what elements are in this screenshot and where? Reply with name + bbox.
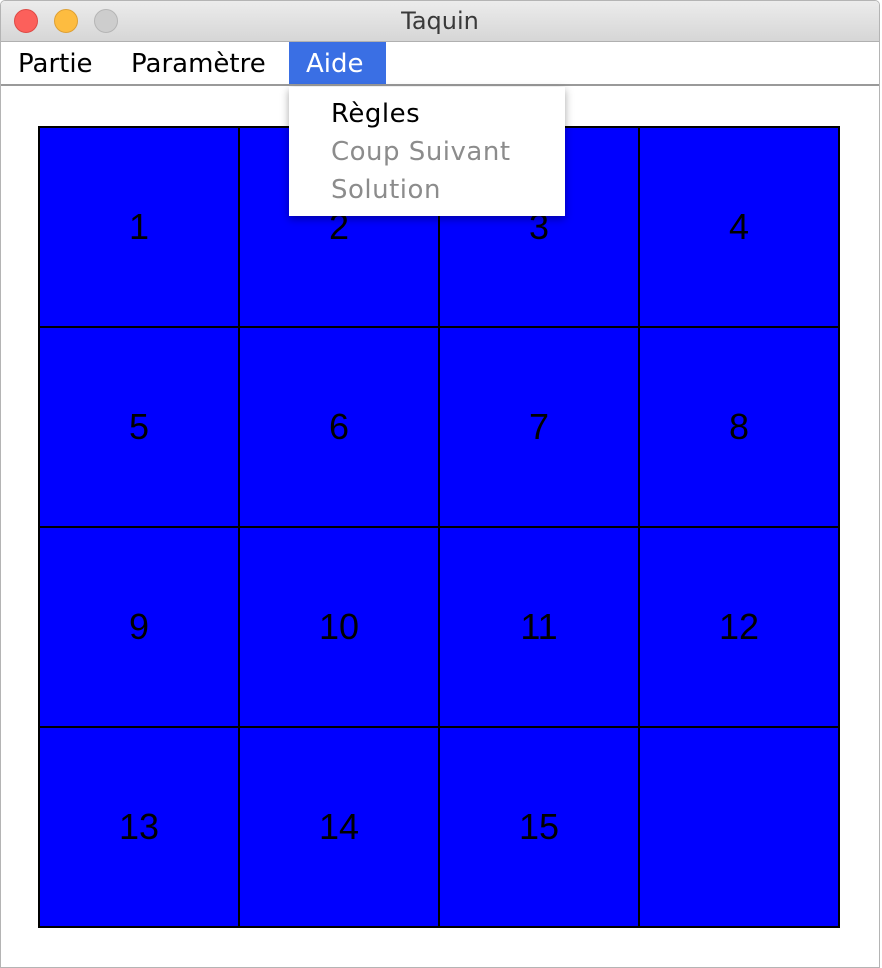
- menu-partie[interactable]: Partie: [1, 42, 110, 84]
- tile-13[interactable]: 13: [38, 726, 240, 928]
- tile-empty[interactable]: [638, 726, 840, 928]
- menu-aide[interactable]: Aide: [289, 42, 386, 84]
- tile-7[interactable]: 7: [438, 326, 640, 528]
- tile-10[interactable]: 10: [238, 526, 440, 728]
- tile-6[interactable]: 6: [238, 326, 440, 528]
- menu-item-coup-suivant: Coup Suivant: [331, 137, 511, 167]
- tile-8[interactable]: 8: [638, 326, 840, 528]
- tile-11[interactable]: 11: [438, 526, 640, 728]
- tile-15[interactable]: 15: [438, 726, 640, 928]
- menu-item-regles[interactable]: Règles: [331, 99, 420, 129]
- tile-12[interactable]: 12: [638, 526, 840, 728]
- tile-4[interactable]: 4: [638, 126, 840, 328]
- tile-1[interactable]: 1: [38, 126, 240, 328]
- menu-item-solution: Solution: [331, 175, 441, 205]
- aide-dropdown-menu: Règles Coup Suivant Solution: [289, 87, 565, 216]
- window-title: Taquin: [401, 7, 479, 35]
- puzzle-board: 1 2 3 4 5 6 7 8 9 10 11 12 13 14 15: [38, 126, 840, 928]
- title-bar[interactable]: Taquin: [1, 1, 879, 42]
- menu-parametre[interactable]: Paramètre: [114, 42, 283, 84]
- tile-14[interactable]: 14: [238, 726, 440, 928]
- menu-bar: Partie Paramètre Aide: [1, 42, 879, 86]
- tile-5[interactable]: 5: [38, 326, 240, 528]
- app-window: Taquin Partie Paramètre Aide 1 2 3 4 5 6…: [0, 0, 880, 968]
- tile-9[interactable]: 9: [38, 526, 240, 728]
